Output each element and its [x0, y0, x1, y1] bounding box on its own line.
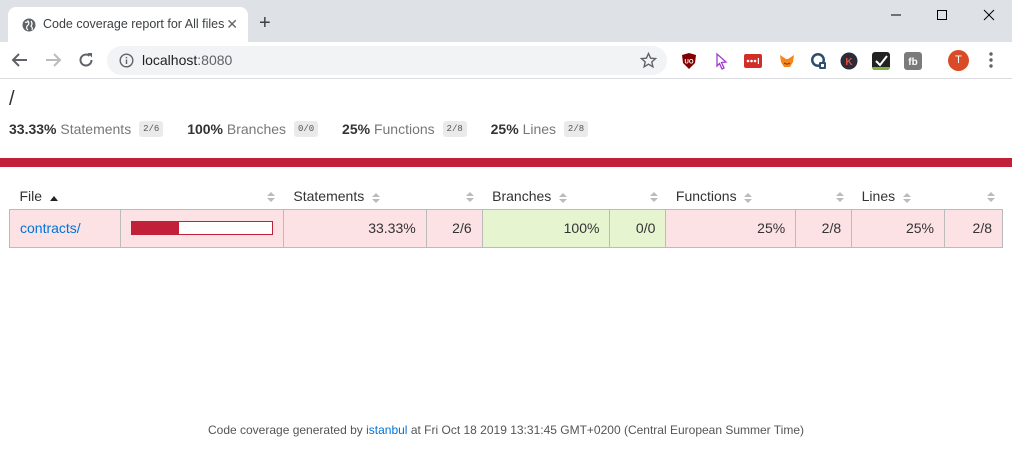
summary-functions: 25% Functions 2/8	[342, 121, 467, 138]
metamask-icon[interactable]	[778, 52, 796, 70]
header-file[interactable]: File	[10, 184, 121, 209]
reload-icon[interactable]	[77, 51, 95, 69]
header-statements-frac[interactable]	[426, 184, 482, 209]
header-file-bar[interactable]	[120, 184, 283, 209]
coverage-bar-cell	[119, 208, 284, 248]
sort-icon	[903, 192, 911, 203]
sort-icon	[649, 192, 658, 202]
checkmark-extension-icon[interactable]	[872, 52, 890, 70]
minimize-icon[interactable]	[884, 5, 908, 25]
summary-label: Functions	[373, 121, 435, 137]
sort-icon	[835, 192, 844, 202]
page-content: / 33.33% Statements 2/6 100% Branches 0/…	[0, 80, 1012, 451]
page-title: /	[9, 88, 15, 110]
info-icon[interactable]	[119, 53, 134, 68]
coverage-summary: 33.33% Statements 2/6 100% Branches 0/0 …	[9, 121, 608, 138]
summary-label: Statements	[60, 121, 132, 137]
sort-icon	[744, 192, 753, 203]
url-port: :8080	[197, 52, 233, 68]
sort-asc-icon	[49, 195, 58, 201]
sort-icon	[267, 192, 276, 202]
maximize-icon[interactable]	[930, 5, 954, 25]
sort-icon	[559, 192, 568, 203]
address-bar[interactable]: localhost:8080	[107, 46, 667, 75]
statements-frac-cell: 2/6	[425, 208, 483, 248]
tab-strip: Code coverage report for All files ✕ +	[0, 0, 1012, 42]
functions-frac-cell: 2/8	[795, 208, 853, 248]
statements-pct-cell: 33.33%	[282, 208, 427, 248]
coverage-table: File Statements Branches Functions Lines…	[9, 184, 1003, 248]
star-icon[interactable]	[640, 52, 657, 69]
summary-pct: 33.33%	[9, 121, 57, 137]
lastpass-icon[interactable]	[744, 52, 762, 70]
fb-extension-icon[interactable]: fb	[904, 52, 922, 70]
branches-pct-cell: 100%	[481, 208, 611, 248]
coverage-bar-fill	[131, 222, 179, 234]
header-lines-frac[interactable]	[945, 184, 1003, 209]
summary-fraction: 2/8	[563, 121, 589, 138]
header-branches-frac[interactable]	[610, 184, 666, 209]
svg-text:fb: fb	[908, 57, 917, 68]
footer: Code coverage generated by istanbul at F…	[0, 423, 1012, 437]
table-header-row: File Statements Branches Functions Lines	[10, 184, 1003, 209]
footer-suffix: at Fri Oct 18 2019 13:31:45 GMT+0200 (Ce…	[410, 423, 805, 437]
svg-text:K: K	[845, 57, 853, 68]
tab-title: Code coverage report for All files	[43, 17, 225, 31]
header-functions-label: Functions	[675, 188, 737, 205]
back-arrow-icon[interactable]	[11, 51, 29, 69]
summary-fraction: 2/8	[442, 121, 467, 138]
close-icon[interactable]: ✕	[226, 17, 238, 31]
ublock-icon[interactable]: UO	[680, 52, 698, 70]
coverage-bar	[130, 221, 273, 235]
k-extension-icon[interactable]: K	[840, 52, 858, 70]
forward-arrow-icon[interactable]	[44, 51, 62, 69]
window-close-icon[interactable]	[977, 5, 1001, 25]
url-text: localhost:8080	[142, 52, 232, 68]
footer-prefix: Code coverage generated by	[207, 423, 363, 437]
profile-avatar[interactable]: T	[948, 50, 969, 71]
branches-frac-cell: 0/0	[609, 208, 667, 248]
istanbul-link[interactable]: istanbul	[366, 423, 407, 437]
header-statements-label: Statements	[293, 188, 365, 205]
browser-tab[interactable]: Code coverage report for All files ✕	[8, 7, 248, 42]
header-branches[interactable]: Branches	[482, 184, 610, 209]
summary-pct: 25%	[342, 121, 371, 137]
summary-fraction: 2/6	[139, 121, 164, 138]
file-link[interactable]: contracts/	[20, 220, 81, 236]
summary-lines: 25% Lines 2/8	[490, 121, 589, 138]
summary-pct: 100%	[187, 121, 223, 137]
file-cell: contracts/	[9, 208, 121, 248]
browser-toolbar: localhost:8080 UO K fb T	[0, 42, 1012, 79]
lines-pct-cell: 25%	[851, 208, 945, 248]
header-functions[interactable]: Functions	[666, 184, 796, 209]
summary-fraction: 0/0	[293, 121, 319, 138]
summary-pct: 25%	[490, 121, 519, 137]
menu-dots-icon[interactable]	[983, 51, 999, 69]
header-lines-label: Lines	[861, 188, 896, 205]
sort-icon	[466, 192, 475, 202]
sort-icon	[986, 192, 995, 202]
functions-pct-cell: 25%	[665, 208, 797, 248]
summary-label: Lines	[522, 121, 557, 137]
header-functions-frac[interactable]	[796, 184, 852, 209]
sort-icon	[372, 192, 381, 203]
header-statements[interactable]: Statements	[283, 184, 426, 209]
svg-text:UO: UO	[685, 60, 694, 66]
header-lines[interactable]: Lines	[852, 184, 945, 209]
lock-extension-icon[interactable]	[809, 52, 827, 70]
plus-icon[interactable]: +	[259, 13, 271, 33]
header-file-label: File	[19, 188, 43, 205]
header-branches-label: Branches	[492, 188, 552, 205]
status-line	[0, 158, 1012, 167]
summary-label: Branches	[226, 121, 287, 137]
url-host: localhost	[142, 52, 198, 68]
table-row: contracts/ 33.33% 2/6 100% 0/0 25% 2/8 2…	[9, 208, 1003, 248]
summary-branches: 100% Branches 0/0	[187, 121, 319, 138]
lines-frac-cell: 2/8	[944, 208, 1003, 248]
cursor-extension-icon[interactable]	[712, 52, 730, 70]
globe-icon	[22, 18, 36, 32]
summary-statements: 33.33% Statements 2/6	[9, 121, 164, 138]
